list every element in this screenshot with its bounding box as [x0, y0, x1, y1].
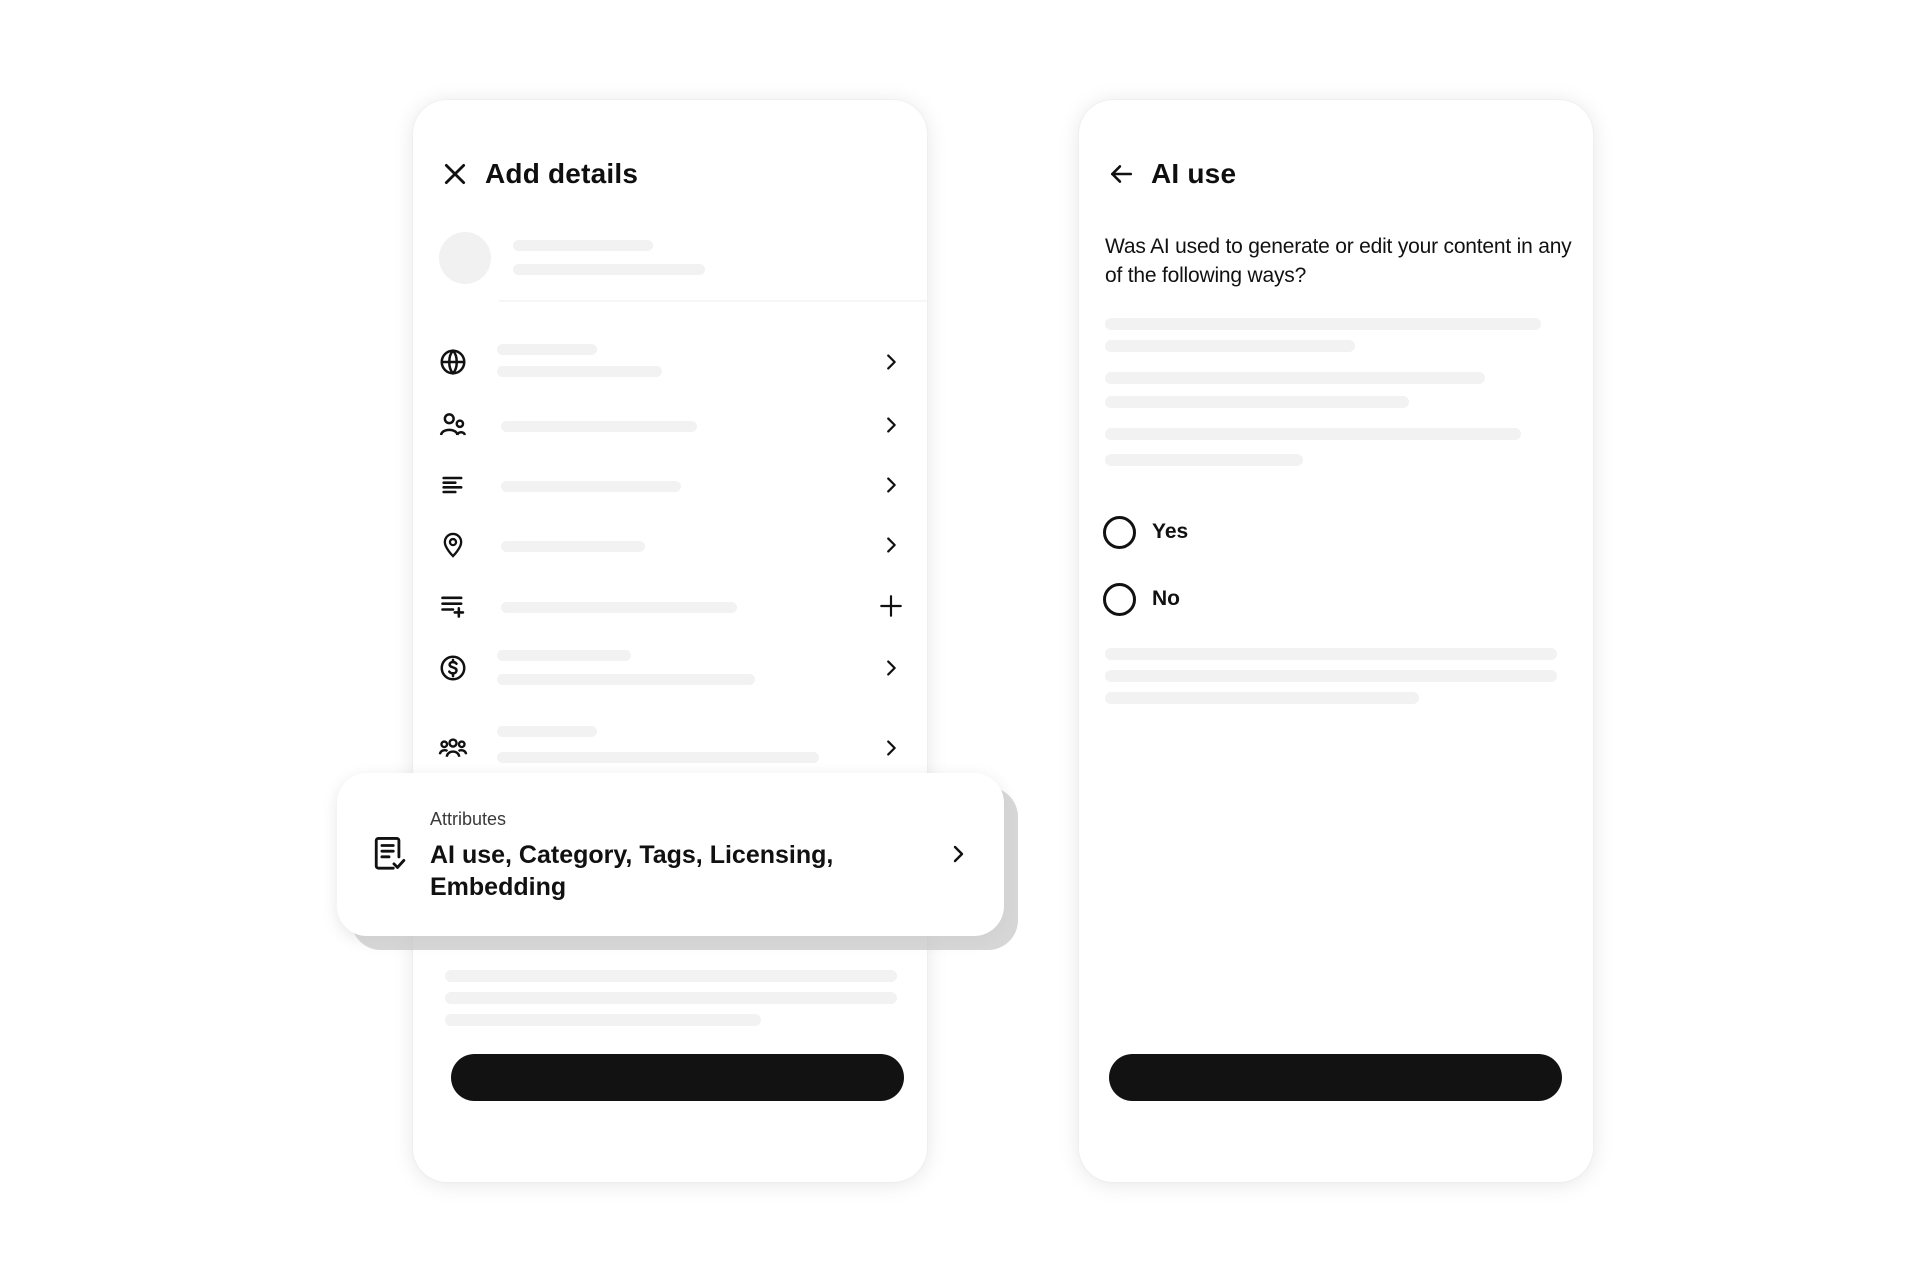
skeleton-line: [1105, 372, 1485, 384]
group-icon: [435, 730, 471, 766]
back-arrow-icon[interactable]: [1101, 154, 1141, 194]
plus-icon: [873, 588, 909, 624]
details-row-3[interactable]: [413, 457, 927, 513]
ai-use-question: Was AI used to generate or edit your con…: [1105, 235, 1572, 287]
primary-button[interactable]: [1109, 1054, 1562, 1101]
skeleton-line: [501, 541, 645, 552]
skeleton-line: [501, 602, 737, 613]
playlist-add-icon: [435, 588, 471, 624]
skeleton-line: [497, 752, 819, 763]
skeleton-line: [445, 970, 897, 982]
skeleton-line: [1105, 648, 1557, 660]
details-row-2[interactable]: [413, 397, 927, 453]
details-row-5[interactable]: [413, 578, 927, 634]
chevron-right-icon: [873, 407, 909, 443]
chevron-right-icon: [873, 467, 909, 503]
skeleton-line: [1105, 340, 1355, 352]
radio-button[interactable]: [1103, 582, 1136, 616]
skeleton-line: [1105, 318, 1541, 330]
divider: [499, 300, 927, 302]
ai-use-header: AI use: [1101, 152, 1571, 196]
chevron-right-icon: [873, 650, 909, 686]
skeleton-line: [497, 366, 662, 377]
skeleton-line: [445, 1014, 761, 1026]
close-icon[interactable]: [435, 154, 475, 194]
details-row-7[interactable]: [413, 720, 927, 776]
people-icon: [435, 407, 471, 443]
dollar-coin-icon: [435, 650, 471, 686]
radio-label: Yes: [1152, 520, 1189, 543]
skeleton-line: [1105, 692, 1419, 704]
add-details-header: Add details: [435, 152, 905, 196]
skeleton-line: [497, 726, 597, 737]
ai-use-screen: AI use Was AI used to generate or edit y…: [1079, 100, 1593, 1182]
location-pin-icon: [435, 527, 471, 563]
skeleton-line: [445, 992, 897, 1004]
skeleton-line: [1105, 670, 1557, 682]
radio-label: No: [1152, 587, 1180, 610]
skeleton-line: [497, 344, 597, 355]
skeleton-line: [513, 240, 653, 251]
attributes-label: Attributes: [430, 809, 507, 829]
skeleton-line: [497, 674, 755, 685]
details-row-1[interactable]: [413, 334, 927, 390]
radio-option-no[interactable]: No: [1103, 579, 1180, 619]
chevron-right-icon: [873, 730, 909, 766]
skeleton-line: [501, 481, 681, 492]
skeleton-line: [497, 650, 631, 661]
details-row-4[interactable]: [413, 517, 927, 573]
screenshot-stage: Add details Attributes AI use, Category,…: [0, 0, 1927, 1272]
page-title: AI use: [1151, 158, 1237, 189]
attributes-card[interactable]: Attributes AI use, Category, Tags, Licen…: [337, 773, 1004, 936]
globe-icon: [435, 344, 471, 380]
chevron-right-icon: [873, 527, 909, 563]
skeleton-line: [501, 421, 697, 432]
avatar-placeholder: [439, 232, 491, 284]
radio-button[interactable]: [1103, 515, 1136, 549]
primary-button[interactable]: [451, 1054, 904, 1101]
document-check-icon: [369, 833, 409, 875]
attributes-value: AI use, Category, Tags, Licensing, Embed…: [430, 841, 834, 901]
chevron-right-icon: [940, 836, 976, 872]
skeleton-line: [1105, 428, 1521, 440]
page-title: Add details: [485, 158, 639, 189]
add-details-screen: Add details: [413, 100, 927, 1182]
skeleton-line: [1105, 454, 1303, 466]
skeleton-line: [1105, 396, 1409, 408]
radio-option-yes[interactable]: Yes: [1103, 512, 1188, 552]
text-lines-icon: [435, 467, 471, 503]
chevron-right-icon: [873, 344, 909, 380]
details-row-6[interactable]: [413, 640, 927, 696]
skeleton-line: [513, 264, 705, 275]
